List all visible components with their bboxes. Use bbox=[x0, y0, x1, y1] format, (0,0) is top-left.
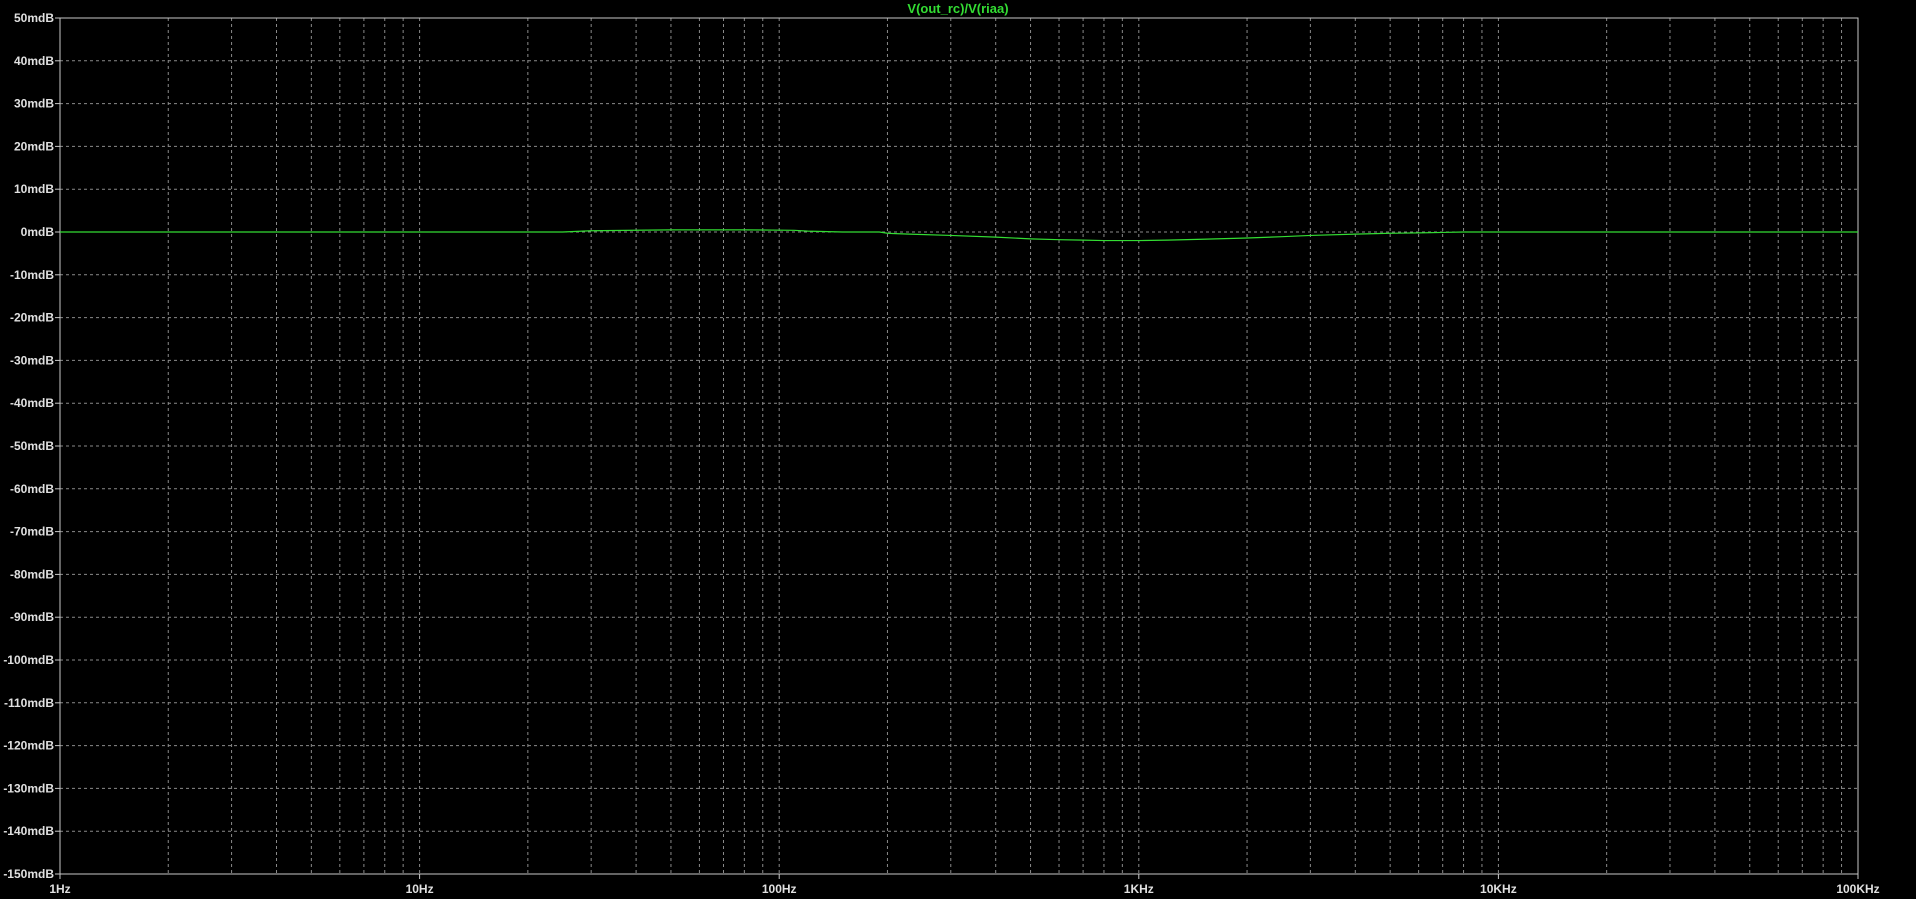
plot-frame bbox=[59, 17, 1859, 875]
y-axis-labels: 50mdB 40mdB 30mdB 20mdB 10mdB 0mdB -10mdB -20md… bbox=[3, 11, 60, 881]
y-tick-label: -60mdB bbox=[10, 482, 54, 496]
x-axis-labels: 1Hz 10Hz 100Hz 1KHz 10KHz 100KHz bbox=[49, 874, 1880, 896]
y-tick-label: -30mdB bbox=[10, 353, 54, 367]
y-tick-label: 10mdB bbox=[14, 182, 54, 196]
y-tick-label: 40mdB bbox=[14, 54, 54, 68]
y-tick-label: -110mdB bbox=[4, 696, 54, 710]
y-tick-label: -100mdB bbox=[3, 653, 54, 667]
y-tick-label: 30mdB bbox=[14, 97, 54, 111]
y-tick-label: 50mdB bbox=[14, 11, 54, 25]
x-tick-label: 10KHz bbox=[1480, 882, 1517, 896]
y-tick-label: -140mdB bbox=[3, 824, 54, 838]
series-line bbox=[60, 229, 1858, 242]
x-tick-label: 10Hz bbox=[406, 882, 434, 896]
x-tick-label: 100KHz bbox=[1836, 882, 1879, 896]
series-traces bbox=[60, 229, 1858, 242]
y-tick-label: -40mdB bbox=[10, 396, 54, 410]
y-tick-label: 20mdB bbox=[14, 139, 54, 153]
y-tick-label: -90mdB bbox=[10, 610, 54, 624]
y-tick-label: -10mdB bbox=[10, 268, 54, 282]
plot-area: 50mdB 40mdB 30mdB 20mdB 10mdB 0mdB -10mdB -20md… bbox=[3, 11, 1880, 896]
y-tick-label: -50mdB bbox=[10, 439, 54, 453]
y-tick-label: -150mdB bbox=[3, 867, 54, 881]
y-tick-label: -120mdB bbox=[3, 739, 54, 753]
y-tick-label: -130mdB bbox=[3, 781, 54, 795]
x-tick-label: 100Hz bbox=[762, 882, 797, 896]
y-tick-label: -70mdB bbox=[10, 525, 54, 539]
y-tick-label: 0mdB bbox=[21, 225, 55, 239]
y-tick-label: -20mdB bbox=[10, 311, 54, 325]
grid-lines bbox=[60, 18, 1858, 874]
x-tick-label: 1KHz bbox=[1124, 882, 1154, 896]
x-tick-label: 1Hz bbox=[49, 882, 70, 896]
axes-frame bbox=[59, 17, 1859, 875]
y-tick-label: -80mdB bbox=[10, 567, 54, 581]
